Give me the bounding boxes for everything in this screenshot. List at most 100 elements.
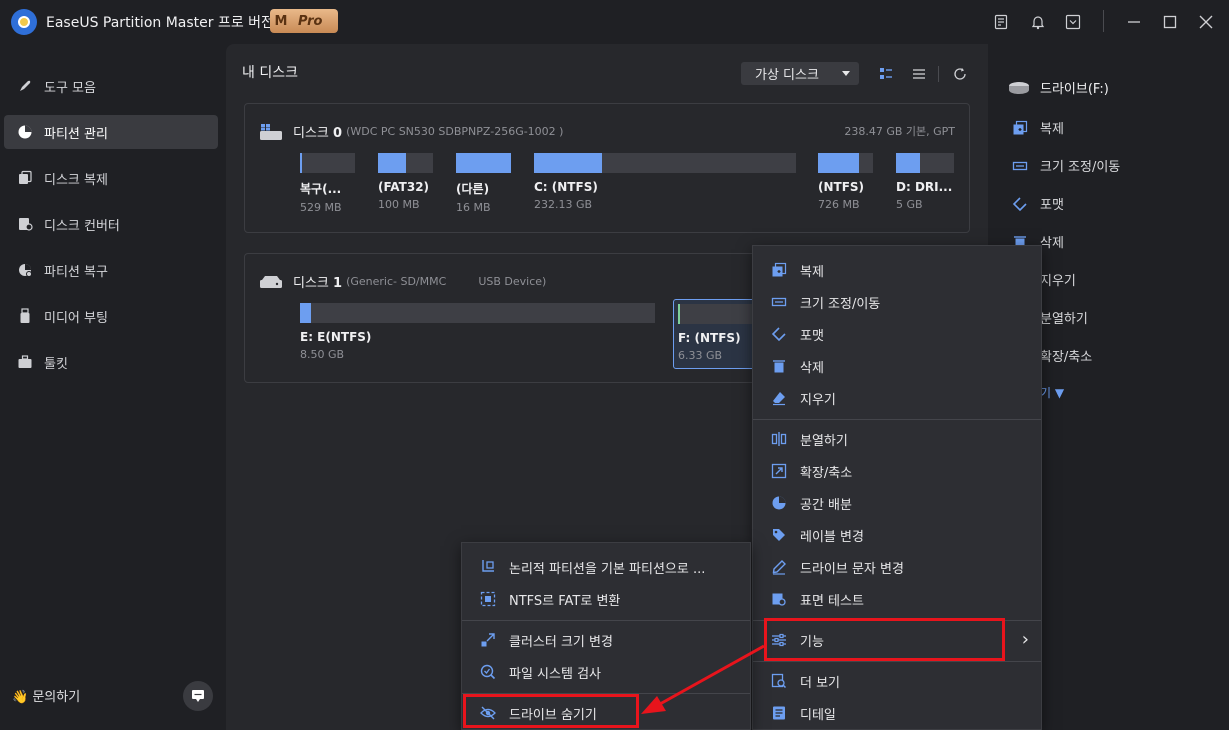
partition-size: 100 MB	[378, 198, 420, 211]
menu-item-label: 더 보기	[800, 675, 841, 691]
submenu-item-check-filesystem[interactable]: 파일 시스템 검사	[462, 657, 750, 687]
list-view-icon[interactable]	[909, 64, 929, 84]
partition-d[interactable]: D: DRI... 5 GB	[896, 153, 954, 211]
partition-c[interactable]: C: (NTFS) 232.13 GB	[534, 153, 796, 211]
chat-button[interactable]	[183, 681, 213, 711]
tag-icon	[771, 527, 787, 543]
partition-recovery[interactable]: 복구(... 529 MB	[300, 153, 355, 214]
menu-item-split[interactable]: 분열하기	[753, 424, 1041, 454]
partition-usage-fill	[678, 304, 681, 324]
page-title: 내 디스크	[242, 65, 298, 81]
menu-item-label: NTFS르 FAT로 변환	[509, 593, 621, 609]
sidebar-item-label: 디스크 컨버터	[44, 218, 120, 234]
menu-item-delete[interactable]: 삭제	[753, 351, 1041, 381]
disk-0-card[interactable]: 디스크 0 (WDC PC SN530 SDBPNPZ-256G-1002 ) …	[244, 103, 970, 233]
refresh-icon[interactable]	[950, 64, 970, 84]
clone-icon	[1012, 120, 1028, 136]
panel-resize-move[interactable]: 크기 조정/이동	[1012, 156, 1120, 175]
menu-item-change-label[interactable]: 레이블 변경	[753, 520, 1041, 550]
partition-usage-fill	[456, 153, 511, 173]
menu-separator	[753, 419, 1041, 420]
sidebar-item-partition-manager[interactable]: 파티션 관리	[4, 115, 218, 149]
submenu-item-ntfs-to-fat[interactable]: NTFS르 FAT로 변환	[462, 584, 750, 614]
partition-ntfs[interactable]: (NTFS) 726 MB	[818, 153, 873, 211]
partition-size: 232.13 GB	[534, 198, 593, 211]
menu-item-clone[interactable]: 복제	[753, 255, 1041, 285]
menu-separator	[462, 620, 750, 621]
partition-size: 8.50 GB	[300, 348, 345, 361]
menu-item-label: 분열하기	[800, 433, 848, 449]
sidebar-item-label: 미디어 부팅	[44, 310, 108, 326]
format-icon	[771, 326, 787, 342]
sidebar-item-bootable-media[interactable]: 미디어 부팅	[4, 299, 218, 333]
sidebar-item-partition-recovery[interactable]: 파티션 복구	[4, 253, 218, 287]
menu-item-explore[interactable]: 더 보기	[753, 666, 1041, 696]
partition-usage-fill	[896, 153, 921, 173]
virtual-disk-label: 가상 디스크	[755, 68, 819, 83]
menu-item-allocate-space[interactable]: 공간 배분	[753, 488, 1041, 518]
submenu-item-logical-to-primary[interactable]: 논리적 파티션을 기본 파티션으로 ...	[462, 552, 750, 582]
caret-down-icon	[841, 70, 851, 78]
partition-other[interactable]: (다른) 16 MB	[456, 153, 511, 214]
partition-label: (NTFS)	[818, 180, 865, 194]
panel-clone[interactable]: 복제	[1012, 118, 1064, 137]
sidebar-item-disk-clone[interactable]: 디스크 복제	[4, 161, 218, 195]
partition-size: 16 MB	[456, 201, 491, 214]
partition-recovery-icon	[16, 261, 34, 279]
menu-item-surface-test[interactable]: 표면 테스트	[753, 584, 1041, 614]
virtual-disk-dropdown[interactable]: 가상 디스크	[741, 62, 859, 85]
menu-item-details[interactable]: 디테일	[753, 698, 1041, 728]
partition-fat32[interactable]: (FAT32) 100 MB	[378, 153, 433, 211]
disk-1-name: 디스크 1	[293, 276, 343, 291]
menu-item-label: 확장/축소	[800, 465, 853, 481]
pie-chart-icon	[771, 495, 787, 511]
sidebar-item-toolkit[interactable]: 툴킷	[4, 345, 218, 379]
sidebar-item-disk-converter[interactable]: 디스크 컨버터	[4, 207, 218, 241]
chat-icon	[191, 689, 205, 703]
toolbar-divider	[938, 66, 939, 82]
grid-view-icon[interactable]	[876, 64, 896, 84]
disk-0-header: 디스크 0 (WDC PC SN530 SDBPNPZ-256G-1002 )	[259, 122, 563, 141]
partition-size: 5 GB	[896, 198, 923, 211]
toolkit-icon	[16, 353, 34, 371]
feedback-icon[interactable]	[990, 11, 1012, 33]
maximize-icon[interactable]	[1159, 11, 1181, 33]
pro-badge[interactable]: M Pro	[270, 9, 338, 33]
selected-drive: 드라이브(F:)	[1008, 78, 1109, 97]
close-icon[interactable]	[1195, 11, 1217, 33]
resize-icon	[1012, 158, 1028, 174]
menu-item-extend-shrink[interactable]: 확장/축소	[753, 456, 1041, 486]
panel-item-label: 크기 조정/이동	[1040, 160, 1121, 175]
sidebar-item-toolbox[interactable]: 도구 모음	[4, 69, 218, 103]
menu-item-label: 크기 조정/이동	[800, 296, 881, 312]
panel-format[interactable]: 포맷	[1012, 194, 1064, 213]
partition-e[interactable]: E: E(NTFS) 8.50 GB	[300, 303, 655, 361]
menu-item-format[interactable]: 포맷	[753, 319, 1041, 349]
panel-more-label: 기 ▼	[1040, 386, 1065, 400]
dropdown-menu-icon[interactable]	[1062, 11, 1084, 33]
panel-item-label: 복제	[1040, 122, 1064, 137]
menu-item-change-drive-letter[interactable]: 드라이브 문자 변경	[753, 552, 1041, 582]
partition-usage-fill	[300, 153, 302, 173]
menu-item-resize-move[interactable]: 크기 조정/이동	[753, 287, 1041, 317]
menu-item-label: 삭제	[800, 360, 824, 376]
bell-icon[interactable]	[1027, 11, 1049, 33]
partition-f-selected[interactable]: F: (NTFS) 6.33 GB	[673, 299, 763, 369]
check-filesystem-icon	[480, 664, 496, 680]
sidebar-item-label: 디스크 복제	[44, 172, 108, 188]
disk-1-model-suffix: USB Device)	[478, 275, 547, 288]
panel-item-label: 삭제	[1040, 236, 1064, 251]
extend-icon	[771, 463, 787, 479]
submenu-item-cluster-size[interactable]: 클러스터 크기 변경	[462, 625, 750, 655]
disk-windows-icon	[259, 123, 283, 141]
menu-item-label: 지우기	[800, 392, 836, 408]
menu-item-wipe[interactable]: 지우기	[753, 383, 1041, 413]
contact-us-link[interactable]: 👋 문의하기	[12, 686, 80, 705]
highlight-box-advanced	[764, 618, 1005, 661]
resize-icon	[771, 294, 787, 310]
sidebar: 도구 모음 파티션 관리 디스크 복제 디스크 컨버터 파티션 복구 미디어 부…	[0, 44, 226, 730]
cluster-icon	[480, 632, 496, 648]
partition-usage-fill	[534, 153, 603, 173]
panel-item-label: 포맷	[1040, 198, 1064, 213]
minimize-icon[interactable]	[1123, 11, 1145, 33]
